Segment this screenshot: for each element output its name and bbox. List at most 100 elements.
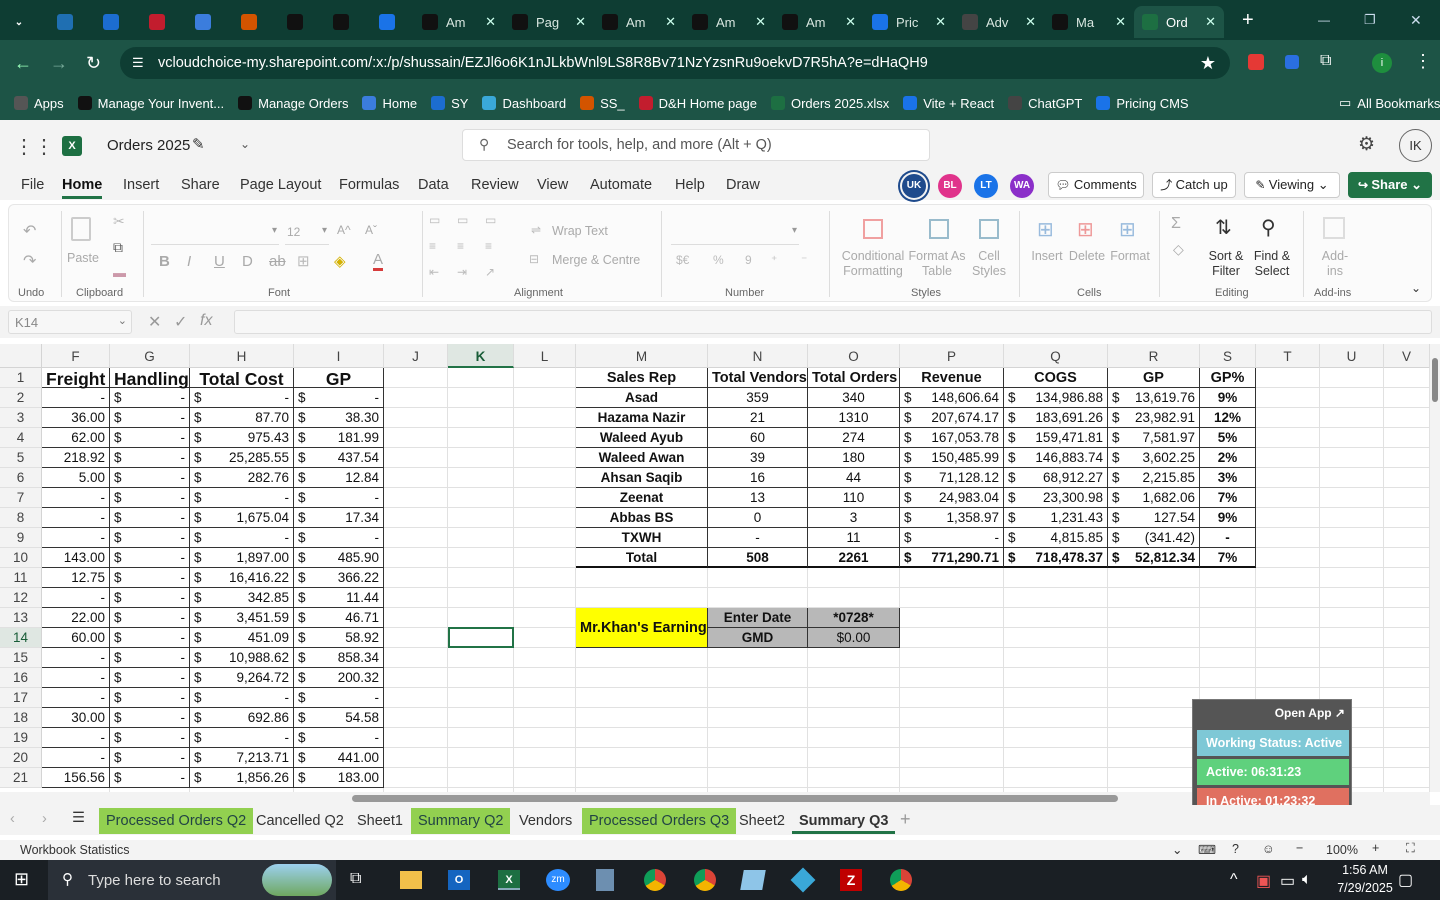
cell[interactable]: $127.54 [1108, 508, 1200, 528]
cell[interactable]: $2,215.85 [1108, 468, 1200, 488]
cell[interactable]: - [42, 748, 110, 768]
cell[interactable]: $46.71 [294, 608, 384, 628]
keyboard-icon[interactable]: ⌨ [1198, 842, 1216, 857]
row-header[interactable]: 5 [0, 448, 42, 468]
cell[interactable]: $183,691.26 [1004, 408, 1108, 428]
row-header[interactable]: 2 [0, 388, 42, 408]
row-header[interactable]: 16 [0, 668, 42, 688]
add-sheet-icon[interactable]: + [900, 809, 911, 830]
cell[interactable]: $0.00 [808, 628, 900, 648]
help-icon[interactable]: ? [1232, 842, 1239, 856]
addins-button[interactable]: Add-ins [1315, 249, 1355, 279]
cell[interactable]: - [42, 728, 110, 748]
fullscreen-icon[interactable]: ⛶ [1406, 841, 1415, 856]
cell[interactable]: Total Vendors [708, 368, 808, 388]
cell[interactable]: $3,451.59 [190, 608, 294, 628]
cell[interactable]: 21 [708, 408, 808, 428]
sheet-tab[interactable]: Sheet1 [350, 808, 410, 834]
cell[interactable]: $ - [190, 528, 294, 548]
bookmark-item[interactable]: SY [431, 96, 468, 111]
cell[interactable]: $16,416.22 [190, 568, 294, 588]
row-header[interactable]: 6 [0, 468, 42, 488]
cell[interactable]: $ - [190, 728, 294, 748]
cell[interactable]: Hazama Nazir [576, 408, 708, 428]
shrink-font-icon[interactable]: Aˇ [365, 223, 377, 237]
close-tab-icon[interactable]: ✕ [755, 14, 766, 30]
search-box[interactable]: ⚲ Search for tools, help, and more (Alt … [462, 129, 930, 161]
undo-icon[interactable]: ↶ [23, 221, 36, 241]
grow-font-icon[interactable]: A^ [337, 223, 351, 237]
row-header[interactable]: 3 [0, 408, 42, 428]
collaborator-avatar[interactable]: UK [902, 174, 926, 198]
paste-icon[interactable] [71, 217, 91, 241]
function-icon[interactable]: fx [200, 312, 212, 330]
calculator-icon[interactable] [596, 869, 614, 891]
cell[interactable]: $437.54 [294, 448, 384, 468]
cell[interactable]: $87.70 [190, 408, 294, 428]
cell[interactable]: $ - [110, 768, 190, 788]
cell[interactable]: - [42, 688, 110, 708]
cell[interactable]: Waleed Awan [576, 448, 708, 468]
wrap-text-button[interactable]: Wrap Text [552, 224, 608, 238]
browser-tab[interactable] [230, 6, 276, 38]
cell[interactable]: $11.44 [294, 588, 384, 608]
catch-up-button[interactable]: ⤴ Catch up [1152, 172, 1236, 198]
cell[interactable]: $451.09 [190, 628, 294, 648]
cell[interactable]: $ - [190, 388, 294, 408]
earning-label-cell[interactable]: Mr.Khan's Earning [576, 608, 708, 648]
chrome-icon[interactable] [644, 869, 666, 891]
cell[interactable]: COGS [1004, 368, 1108, 388]
sheet-tab[interactable]: Sheet2 [732, 808, 792, 834]
taskbar-search[interactable]: ⚲ Type here to search [48, 860, 336, 900]
align-left-icon[interactable]: ≡ [429, 239, 436, 253]
browser-tab[interactable]: Adv ✕ [954, 6, 1044, 38]
row-header[interactable]: 11 [0, 568, 42, 588]
cell[interactable]: $134,986.88 [1004, 388, 1108, 408]
sheet-tab[interactable]: Summary Q3 [792, 808, 896, 834]
cell[interactable]: Freight [42, 368, 110, 389]
redo-icon[interactable]: ↷ [23, 251, 36, 271]
cell[interactable]: Asad [576, 388, 708, 408]
viewing-dropdown[interactable]: ✎ Viewing ⌄ [1244, 172, 1340, 198]
sheet-tab[interactable]: Vendors [512, 808, 579, 834]
cell[interactable]: 508 [708, 548, 808, 568]
cell[interactable]: $58.92 [294, 628, 384, 648]
settings-gear-icon[interactable]: ⚙ [1358, 133, 1375, 156]
menu-tab-view[interactable]: View [537, 177, 568, 193]
cell[interactable]: $ - [110, 388, 190, 408]
row-header[interactable]: 1 [0, 368, 42, 388]
sort-filter-button[interactable]: Sort & Filter [1203, 249, 1249, 279]
cell[interactable]: 3 [808, 508, 900, 528]
cell[interactable]: 3% [1200, 468, 1256, 488]
column-header[interactable]: H [190, 344, 294, 368]
workbook-statistics[interactable]: Workbook Statistics [20, 843, 130, 857]
browser-tab[interactable]: Pric ✕ [864, 6, 954, 38]
extension-icon[interactable] [1248, 54, 1264, 70]
cell[interactable]: 60.00 [42, 628, 110, 648]
cell[interactable]: $1,897.00 [190, 548, 294, 568]
cell[interactable]: $ - [110, 728, 190, 748]
column-header[interactable]: T [1256, 344, 1320, 368]
sort-filter-icon[interactable]: ⇅ [1215, 215, 1232, 240]
row-header[interactable]: 4 [0, 428, 42, 448]
cell[interactable]: $366.22 [294, 568, 384, 588]
cell[interactable]: $692.86 [190, 708, 294, 728]
font-size-dropdown[interactable]: 12 ▾ [285, 219, 329, 245]
cell[interactable]: $52,812.34 [1108, 548, 1200, 568]
cell[interactable]: Total Orders [808, 368, 900, 388]
sheet-tab[interactable]: Cancelled Q2 [249, 808, 351, 834]
increase-decimal-icon[interactable]: ⁺ [771, 253, 777, 267]
browser-tab[interactable] [368, 6, 414, 38]
cell[interactable]: 2% [1200, 448, 1256, 468]
cell[interactable]: $10,988.62 [190, 648, 294, 668]
column-header[interactable]: L [514, 344, 576, 368]
cell[interactable]: 0 [708, 508, 808, 528]
cell[interactable]: $1,231.43 [1004, 508, 1108, 528]
row-header[interactable]: 15 [0, 648, 42, 668]
column-header[interactable]: G [110, 344, 190, 368]
filezilla-icon[interactable]: Z [840, 869, 862, 891]
cell[interactable]: GMD [708, 628, 808, 648]
cell[interactable]: 5% [1200, 428, 1256, 448]
new-tab-icon[interactable]: + [1242, 9, 1254, 32]
browser-tab[interactable] [322, 6, 368, 38]
